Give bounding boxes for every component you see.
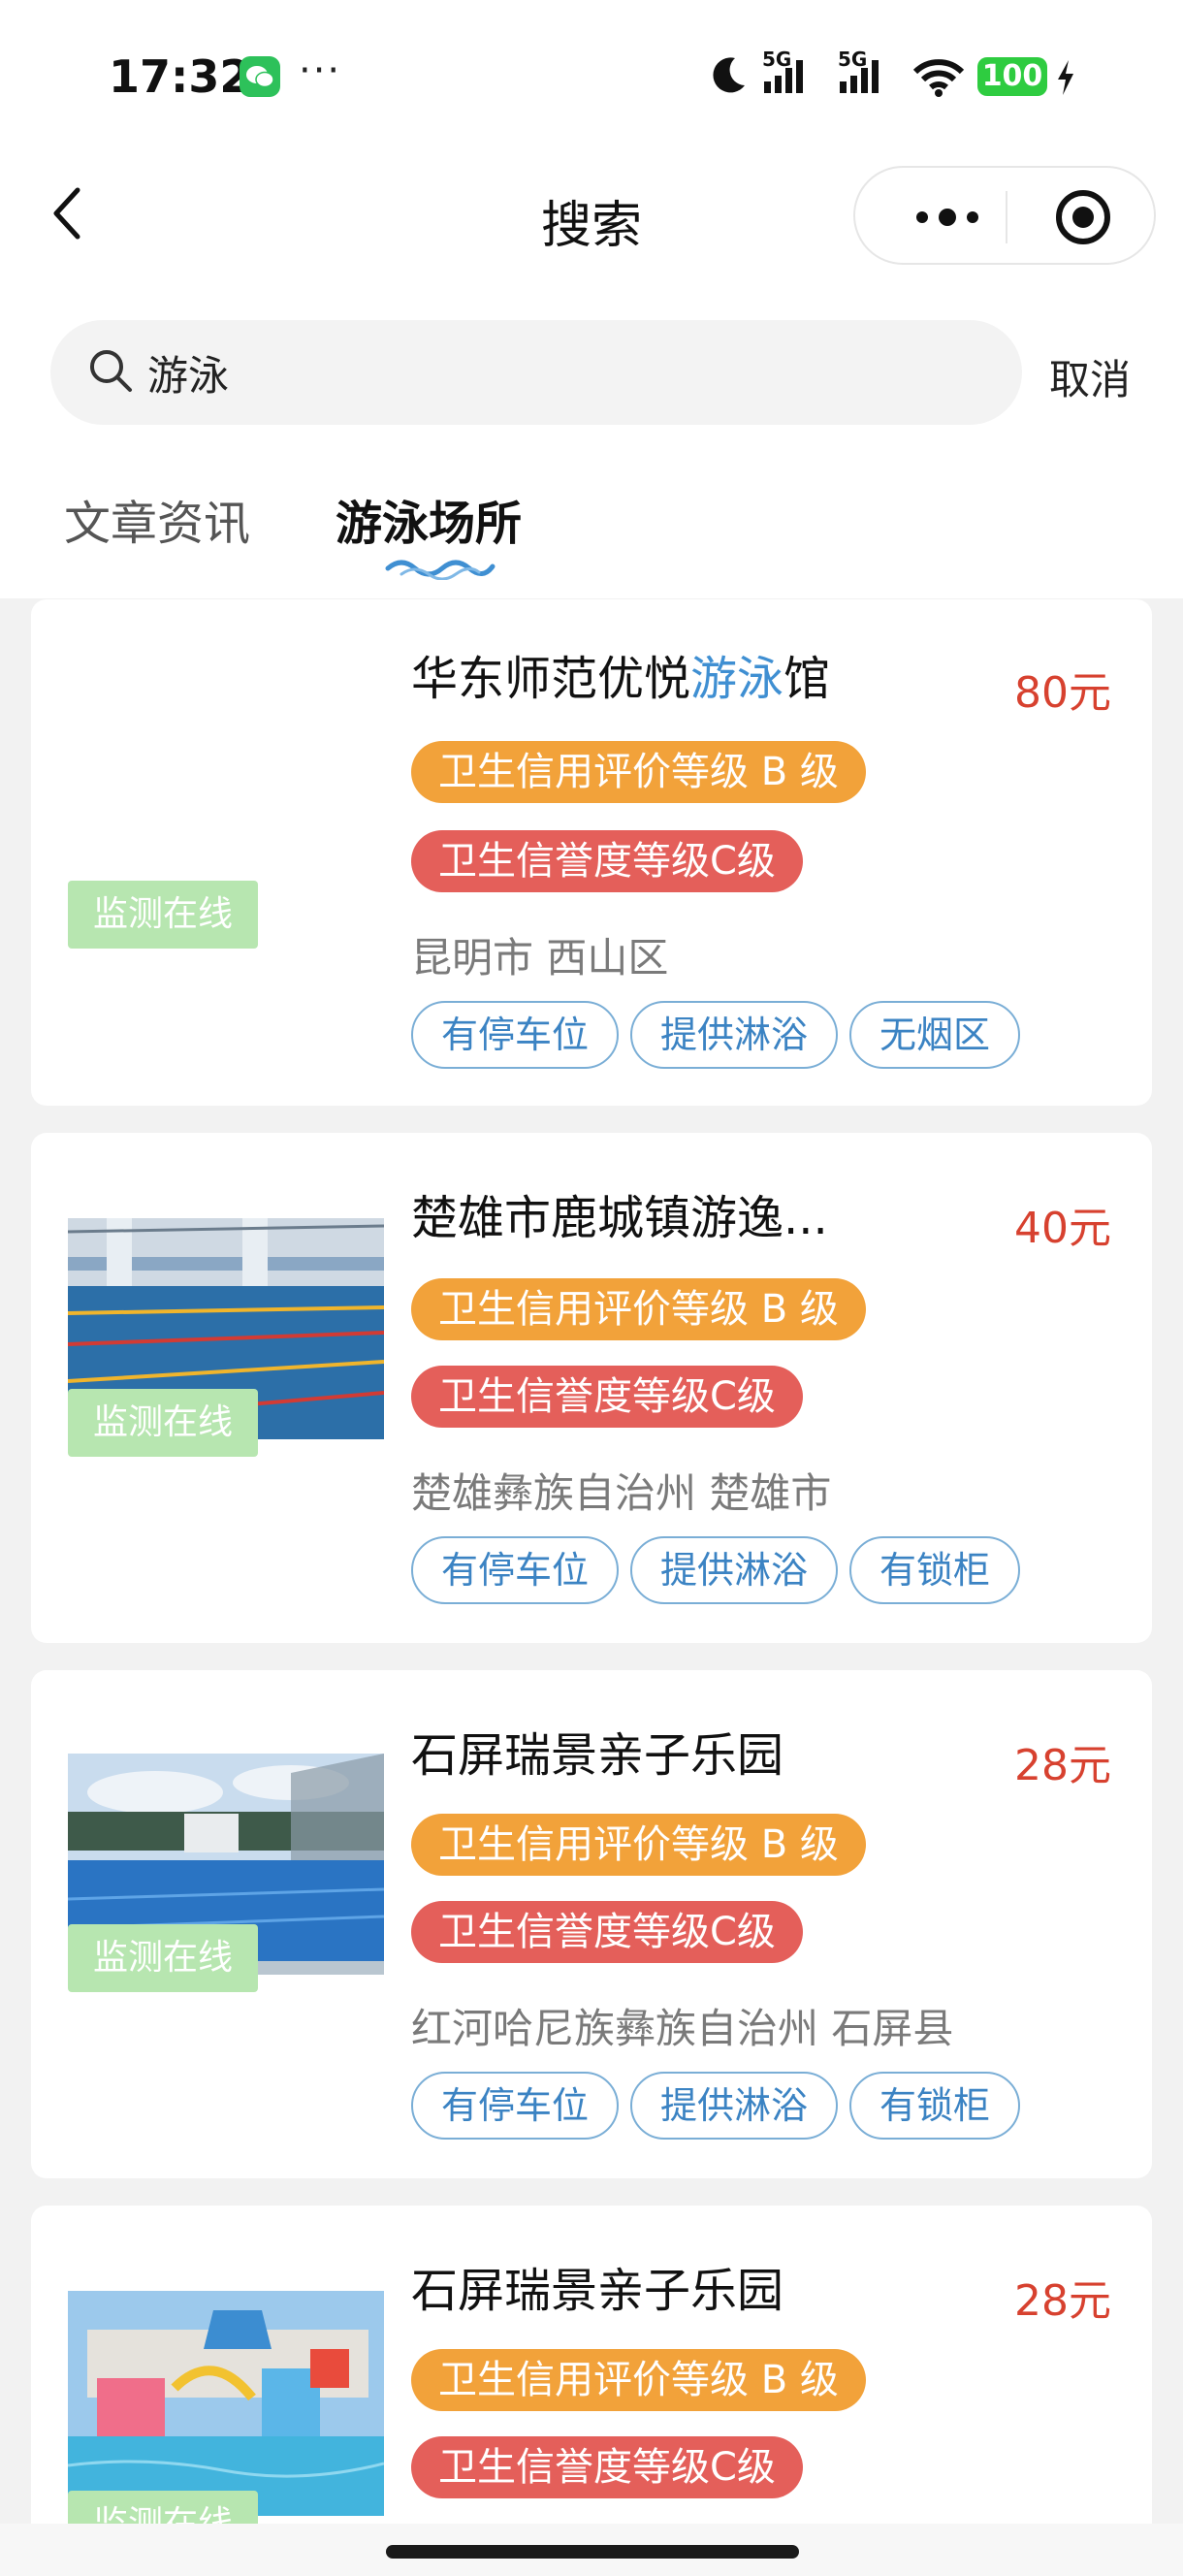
tab-venues[interactable]: 游泳场所 — [336, 485, 522, 553]
venue-name: 华东师范优悦游泳馆 — [411, 652, 831, 706]
credit-rating-badge: 卫生信用评价等级 B 级 — [411, 2349, 866, 2411]
tag-shower: 提供淋浴 — [630, 2072, 838, 2140]
venue-card[interactable]: 监测在线 石屏瑞景亲子乐园 28元 卫生信用评价等级 B 级 卫生信誉度等级C级 — [31, 2206, 1152, 2576]
signal-icon: 5G — [756, 48, 824, 99]
venue-location: 昆明市 西山区 — [411, 934, 669, 982]
venue-card[interactable]: 监测在线 石屏瑞景亲子乐园 28元 卫生信用评价等级 B 级 卫生信誉度等级C级… — [31, 1670, 1152, 2178]
venue-price: 28元 — [1014, 1741, 1111, 1790]
venue-photo-water-park — [68, 2291, 384, 2516]
venue-location: 楚雄彝族自治州 楚雄市 — [411, 1469, 832, 1517]
credit-rating-badge: 卫生信用评价等级 B 级 — [411, 741, 866, 803]
wifi-icon — [911, 58, 966, 101]
active-tab-wave-indicator — [384, 553, 496, 584]
monitor-online-badge: 监测在线 — [68, 1924, 258, 1992]
network-label-2: 5G — [838, 48, 867, 71]
tag-shower: 提供淋浴 — [630, 1001, 838, 1069]
more-icon[interactable] — [913, 209, 981, 230]
close-target-icon[interactable] — [1055, 189, 1111, 249]
search-input[interactable] — [147, 343, 981, 402]
venue-name: 石屏瑞景亲子乐园 — [411, 1728, 784, 1783]
tag-shower: 提供淋浴 — [630, 1536, 838, 1604]
reputation-rating-badge: 卫生信誉度等级C级 — [411, 2436, 803, 2498]
search-bar[interactable] — [50, 320, 1022, 425]
credit-rating-badge: 卫生信用评价等级 B 级 — [411, 1814, 866, 1876]
battery-indicator: 100 — [977, 57, 1047, 96]
status-time: 17:32 — [109, 50, 251, 103]
reputation-rating-badge: 卫生信誉度等级C级 — [411, 830, 803, 892]
tag-parking: 有停车位 — [411, 2072, 619, 2140]
reputation-rating-badge: 卫生信誉度等级C级 — [411, 1901, 803, 1963]
home-indicator[interactable] — [386, 2545, 799, 2559]
tag-parking: 有停车位 — [411, 1536, 619, 1604]
more-status-icon: ··· — [299, 48, 342, 93]
mini-program-capsule — [853, 166, 1156, 265]
cancel-button[interactable]: 取消 — [1049, 347, 1131, 406]
signal-icon-2: 5G — [832, 48, 900, 99]
reputation-rating-badge: 卫生信誉度等级C级 — [411, 1366, 803, 1428]
tag-parking: 有停车位 — [411, 1001, 619, 1069]
monitor-online-badge: 监测在线 — [68, 1389, 258, 1457]
venue-location: 红河哈尼族彝族自治州 石屏县 — [411, 2005, 954, 2052]
venue-name: 楚雄市鹿城镇游逸... — [411, 1191, 828, 1245]
capsule-divider — [1006, 191, 1007, 243]
tag-locker: 有锁柜 — [849, 2072, 1020, 2140]
venue-card[interactable]: 监测在线 楚雄市鹿城镇游逸... 40元 卫生信用评价等级 B 级 卫生信誉度等… — [31, 1133, 1152, 1643]
charging-icon — [1055, 58, 1076, 101]
wechat-icon — [240, 56, 280, 97]
tag-non-smoking: 无烟区 — [849, 1001, 1020, 1069]
tab-articles[interactable]: 文章资讯 — [64, 485, 250, 553]
search-icon — [87, 347, 134, 398]
venue-card[interactable]: 监测在线 华东师范优悦游泳馆 80元 卫生信用评价等级 B 级 卫生信誉度等级C… — [31, 599, 1152, 1106]
search-highlight: 游泳 — [690, 652, 784, 706]
credit-rating-badge: 卫生信用评价等级 B 级 — [411, 1278, 866, 1340]
moon-icon — [710, 54, 749, 99]
monitor-online-badge: 监测在线 — [68, 881, 258, 949]
venue-name: 石屏瑞景亲子乐园 — [411, 2264, 784, 2318]
network-label-1: 5G — [762, 48, 791, 71]
tag-locker: 有锁柜 — [849, 1536, 1020, 1604]
venue-price: 80元 — [1014, 668, 1111, 718]
venue-price: 28元 — [1014, 2276, 1111, 2326]
venue-price: 40元 — [1014, 1204, 1111, 1253]
